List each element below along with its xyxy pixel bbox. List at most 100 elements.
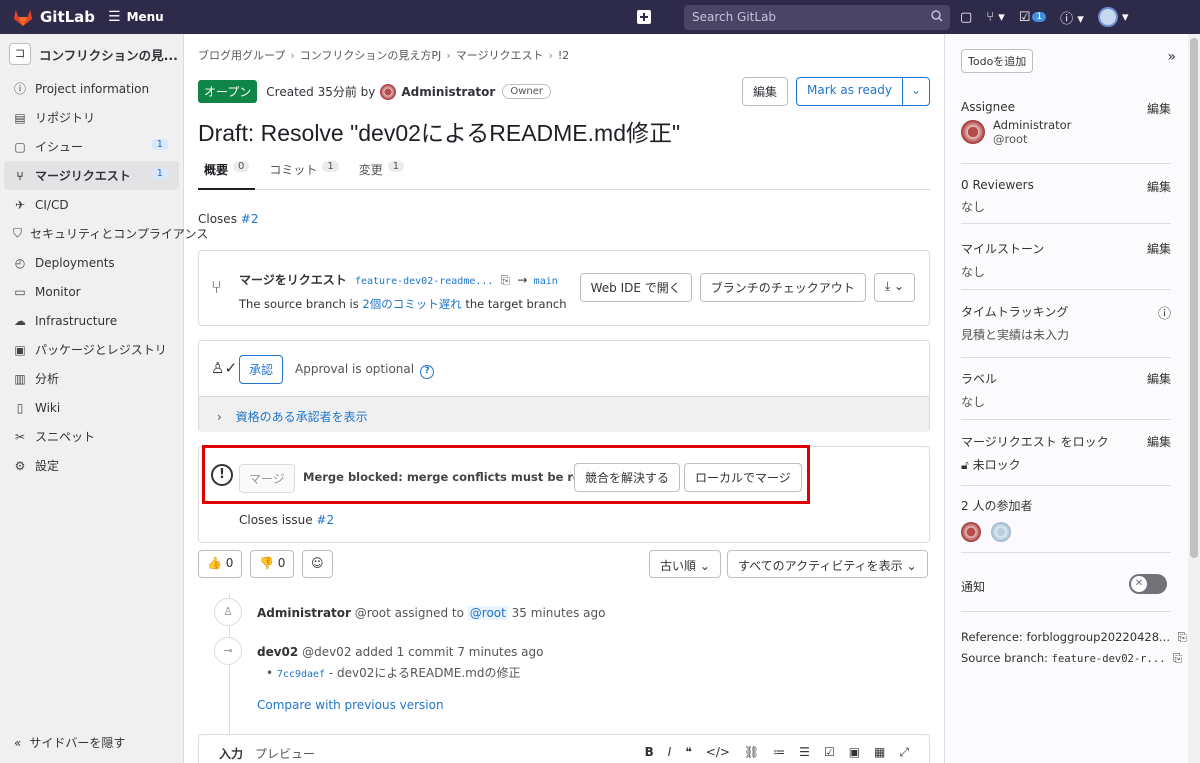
chevron-down-icon[interactable]: ⌄ [901,78,929,105]
merge-requests-icon[interactable]: ⑂ ▾ [986,10,1004,25]
avatar[interactable] [991,522,1011,542]
thumbs-down-button[interactable]: 👎 0 [250,550,295,578]
question-icon[interactable]: ⓘ [1158,303,1171,322]
project-name: コンフリクションの見... [39,47,178,63]
add-reaction-button[interactable]: ☺ [302,550,333,578]
collapsible-icon[interactable]: ▣ [849,745,860,760]
breadcrumb-project[interactable]: コンフリクションの見え方PJ [300,49,442,62]
page-scrollbar[interactable] [1188,34,1200,763]
link-icon[interactable]: ⛓ [744,745,759,760]
question-icon[interactable]: ? [420,365,435,379]
sidebar-item-issues[interactable]: ▢ イシュー 1 [0,132,183,161]
help-icon[interactable]: ⓘ ▾ [1060,8,1084,27]
activity-time: 7 minutes ago [457,645,544,659]
closes-issue-link[interactable]: #2 [316,513,334,527]
mark-as-ready-button[interactable]: Mark as ready ⌄ [795,77,930,106]
numbered-list-icon[interactable]: ☰ [799,745,810,760]
italic-icon[interactable]: I [668,745,672,760]
new-item-icon[interactable] [636,9,652,25]
tab-overview[interactable]: 概要 0 [198,157,256,190]
lock-edit-link[interactable]: 編集 [1147,433,1171,450]
scrollbar-thumb[interactable] [1190,38,1198,558]
sidebar-item-wiki[interactable]: ▯ Wiki [0,393,183,422]
reviewers-edit-link[interactable]: 編集 [1147,178,1171,195]
assignee-edit-link[interactable]: 編集 [1147,100,1171,117]
tab-changes[interactable]: 変更 1 [353,157,410,189]
notifications-section: 通知 ✕ [961,570,1171,612]
tab-write[interactable]: 入力 [219,745,243,762]
checkout-branch-button[interactable]: ブランチのチェックアウト [699,273,866,302]
todo-count-badge: 1 [1032,12,1047,22]
tab-commits[interactable]: コミット 1 [263,157,344,189]
compare-previous-link[interactable]: Compare with previous version [257,698,444,712]
quote-icon[interactable]: ❝ [685,745,691,760]
issues-icon[interactable]: ▢ [960,10,972,25]
hide-sidebar-button[interactable]: « サイドバーを隠す [14,734,125,751]
avatar[interactable] [961,522,981,542]
copy-icon[interactable]: ⎘ [1173,651,1182,665]
notifications-toggle[interactable]: ✕ [1129,574,1167,594]
sidebar-item-analytics[interactable]: ▥ 分析 [0,364,183,393]
search-input[interactable]: Search GitLab [684,5,950,30]
todos-icon[interactable]: ☑ 1 [1019,10,1047,25]
sidebar-item-cicd[interactable]: ✈ CI/CD [0,190,183,219]
author-link[interactable]: Administrator [401,85,495,99]
activity-author[interactable]: dev02 [257,645,298,659]
tab-preview[interactable]: プレビュー [255,745,315,762]
sidebar-item-snippets[interactable]: ✂ スニペット [0,422,183,451]
code-icon[interactable]: </> [706,745,730,760]
labels-title: ラベル [961,372,998,386]
sidebar-item-monitor[interactable]: ▭ Monitor [0,277,183,306]
activity-time: 35 minutes ago [511,606,606,620]
show-eligible-approvers[interactable]: › 資格のある承認者を表示 [199,396,929,432]
add-todo-button[interactable]: Todoを追加 [961,49,1034,73]
breadcrumb-mr-id[interactable]: !2 [558,49,569,62]
table-icon[interactable]: ▦ [874,745,885,760]
open-web-ide-button[interactable]: Web IDE で開く [579,273,692,302]
project-header[interactable]: コ コンフリクションの見... [0,34,183,74]
sidebar-item-project-information[interactable]: ⓘ Project information [0,74,183,103]
breadcrumb-merge-requests[interactable]: マージリクエスト [456,49,544,62]
commit-sha-link[interactable]: 7cc9daef [277,669,325,680]
download-dropdown[interactable]: ⤓ ⌄ [873,273,915,302]
user-mention[interactable]: @root [467,606,508,620]
sort-dropdown[interactable]: 古い順 ⌄ [649,550,721,578]
thumbs-up-button[interactable]: 👍 0 [198,550,243,578]
fullscreen-icon[interactable]: ⤢ [899,745,909,760]
behind-commits-link[interactable]: 2個のコミット遅れ [362,297,461,311]
sidebar-item-merge-requests[interactable]: ⑂ マージリクエスト 1 [4,161,179,190]
gitlab-logo[interactable]: GitLab [12,7,102,27]
approve-button[interactable]: 承認 [239,355,284,384]
edit-button[interactable]: 編集 [741,77,788,106]
activity-action: assigned to [394,606,464,620]
sidebar-item-security[interactable]: ⛉ セキュリティとコンプライアンス [0,219,208,248]
eligible-approvers-label: 資格のある承認者を表示 [235,410,368,424]
activity-filter-dropdown[interactable]: すべてのアクティビティを表示 ⌄ [727,550,928,578]
assignee-name[interactable]: Administrator [993,118,1071,132]
breadcrumb-group[interactable]: ブログ用グループ [198,49,285,62]
closes-issue-link[interactable]: #2 [241,212,259,226]
sidebar-item-packages[interactable]: ▣ パッケージとレジストリ [0,335,183,364]
target-branch-link[interactable]: main [534,276,558,287]
main-content: ブログ用グループ › コンフリクションの見え方PJ › マージリクエスト › !2 オープン… [184,34,944,763]
bold-icon[interactable]: B [645,745,654,760]
menu-button[interactable]: ☰ Menu [108,9,164,25]
sidebar-item-label: 設定 [35,459,60,473]
sidebar-item-settings[interactable]: ⚙ 設定 [0,451,183,480]
collapse-sidebar-icon[interactable]: » [1167,49,1176,65]
sidebar-item-infrastructure[interactable]: ☁ Infrastructure [0,306,183,335]
sidebar-item-deployments[interactable]: ◴ Deployments [0,248,183,277]
copy-icon[interactable]: ⎘ [501,273,511,287]
labels-edit-link[interactable]: 編集 [1147,370,1171,387]
task-list-icon[interactable]: ☑ [824,745,835,760]
milestone-edit-link[interactable]: 編集 [1147,240,1171,257]
sidebar-item-repository[interactable]: ▤ リポジトリ [0,103,183,132]
bullet-list-icon[interactable]: ≔ [773,745,785,760]
rocket-icon: ✈ [14,197,26,212]
activity-author[interactable]: Administrator [257,606,351,620]
user-menu[interactable]: ▾ [1097,7,1129,27]
copy-icon[interactable]: ⎘ [1178,630,1187,644]
source-branch-link[interactable]: feature-dev02-readme... [355,276,493,287]
approval-optional: Approval is optional? [295,362,435,379]
left-sidebar: コ コンフリクションの見... ⓘ Project information ▤ リポ… [0,34,208,763]
